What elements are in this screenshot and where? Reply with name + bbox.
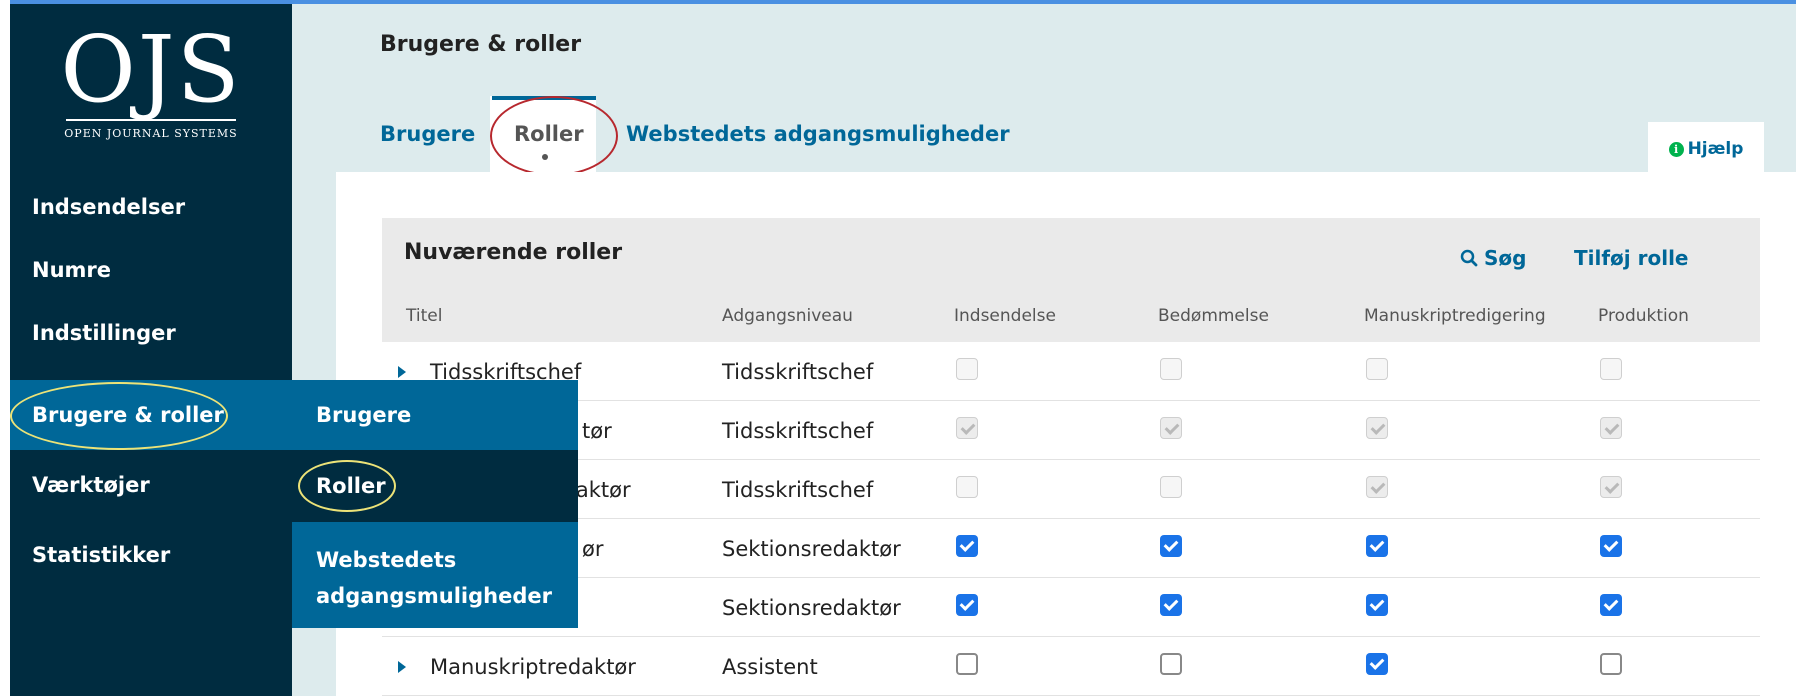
- table-row[interactable]: tør Tidsskriftschef: [382, 401, 1760, 460]
- grid-title: Nuværende roller: [404, 240, 623, 265]
- checkbox-submission[interactable]: [956, 476, 978, 498]
- checkbox-review[interactable]: [1160, 417, 1182, 439]
- window-left-border: [0, 0, 10, 696]
- checkbox-copyediting[interactable]: [1366, 653, 1388, 675]
- submenu-item-site-access[interactable]: Webstedets adgangsmuligheder: [292, 522, 578, 628]
- role-name: laktør: [570, 478, 631, 502]
- checkbox-submission[interactable]: [956, 594, 978, 616]
- expand-arrow-icon[interactable]: [398, 366, 406, 378]
- checkbox-submission[interactable]: [956, 417, 978, 439]
- checkbox-copyediting[interactable]: [1366, 594, 1388, 616]
- sidebar-item-users-roles[interactable]: Brugere & roller: [10, 380, 292, 450]
- help-button[interactable]: i Hjælp: [1648, 122, 1764, 176]
- column-header-submission: Indsendelse: [954, 306, 1056, 326]
- sidebar-item-statistics[interactable]: Statistikker: [10, 520, 292, 590]
- checkbox-review[interactable]: [1160, 358, 1182, 380]
- highlight-ellipse-roles-tab: [490, 96, 618, 176]
- submenu-item-users[interactable]: Brugere: [292, 380, 578, 450]
- column-header-access: Adgangsniveau: [722, 306, 853, 326]
- role-access: Tidsskriftschef: [722, 478, 874, 502]
- checkbox-production[interactable]: [1600, 417, 1622, 439]
- sidebar-item-settings[interactable]: Indstillinger: [10, 298, 292, 368]
- users-roles-submenu: Brugere Roller Webstedets adgangsmulighe…: [292, 380, 578, 628]
- column-header-review: Bedømmelse: [1158, 306, 1269, 326]
- ojs-logo[interactable]: OJS OPEN JOURNAL SYSTEMS: [10, 16, 292, 141]
- checkbox-production[interactable]: [1600, 535, 1622, 557]
- table-row[interactable]: laktør Tidsskriftschef: [382, 460, 1760, 519]
- role-access: Sektionsredaktør: [722, 596, 901, 620]
- add-role-button[interactable]: Tilføj rolle: [1574, 246, 1689, 270]
- checkbox-copyediting[interactable]: [1366, 535, 1388, 557]
- grid-header: Nuværende roller Søg Tilføj rolle Titel …: [382, 218, 1760, 342]
- checkbox-review[interactable]: [1160, 476, 1182, 498]
- checkbox-review[interactable]: [1160, 653, 1182, 675]
- checkbox-production[interactable]: [1600, 594, 1622, 616]
- checkbox-review[interactable]: [1160, 594, 1182, 616]
- expand-arrow-icon[interactable]: [398, 661, 406, 673]
- table-row[interactable]: Manuskriptredaktør Assistent: [382, 637, 1760, 696]
- table-row[interactable]: Tidsskriftschef Tidsskriftschef: [382, 342, 1760, 401]
- tab-site-access[interactable]: Webstedets adgangsmuligheder: [626, 122, 1010, 146]
- submenu-item-roles[interactable]: Roller: [292, 450, 578, 522]
- table-row[interactable]: Sektionsredaktør: [382, 578, 1760, 637]
- column-header-title: Titel: [406, 306, 443, 326]
- role-access: Tidsskriftschef: [722, 419, 874, 443]
- search-icon: [1460, 249, 1478, 267]
- checkbox-submission[interactable]: [956, 358, 978, 380]
- checkbox-copyediting[interactable]: [1366, 417, 1388, 439]
- search-button[interactable]: Søg: [1460, 246, 1526, 270]
- info-icon: i: [1668, 141, 1684, 157]
- column-header-production: Produktion: [1598, 306, 1689, 326]
- role-access: Sektionsredaktør: [722, 537, 901, 561]
- logo-subtitle: OPEN JOURNAL SYSTEMS: [64, 127, 238, 140]
- page-title: Brugere & roller: [380, 32, 582, 57]
- checkbox-production[interactable]: [1600, 358, 1622, 380]
- checkbox-copyediting[interactable]: [1366, 476, 1388, 498]
- roles-grid: Nuværende roller Søg Tilføj rolle Titel …: [382, 218, 1760, 700]
- search-label: Søg: [1484, 246, 1527, 270]
- checkbox-submission[interactable]: [956, 535, 978, 557]
- role-access: Tidsskriftschef: [722, 360, 874, 384]
- checkbox-production[interactable]: [1600, 653, 1622, 675]
- tab-users[interactable]: Brugere: [380, 122, 475, 146]
- logo-mark: OJS: [60, 16, 242, 123]
- role-access: Assistent: [722, 655, 818, 679]
- sidebar: OJS OPEN JOURNAL SYSTEMS Indsendelser Nu…: [10, 4, 292, 696]
- checkbox-review[interactable]: [1160, 535, 1182, 557]
- table-row[interactable]: ør Sektionsredaktør: [382, 519, 1760, 578]
- sidebar-item-tools[interactable]: Værktøjer: [10, 450, 292, 520]
- role-name: Manuskriptredaktør: [430, 655, 636, 679]
- checkbox-submission[interactable]: [956, 653, 978, 675]
- sidebar-item-submissions[interactable]: Indsendelser: [10, 172, 292, 242]
- role-name: tør: [582, 419, 612, 443]
- column-header-copyediting: Manuskriptredigering: [1364, 306, 1546, 326]
- sidebar-item-issues[interactable]: Numre: [10, 235, 292, 305]
- help-label: Hjælp: [1687, 139, 1744, 159]
- checkbox-production[interactable]: [1600, 476, 1622, 498]
- checkbox-copyediting[interactable]: [1366, 358, 1388, 380]
- role-name: ør: [582, 537, 604, 561]
